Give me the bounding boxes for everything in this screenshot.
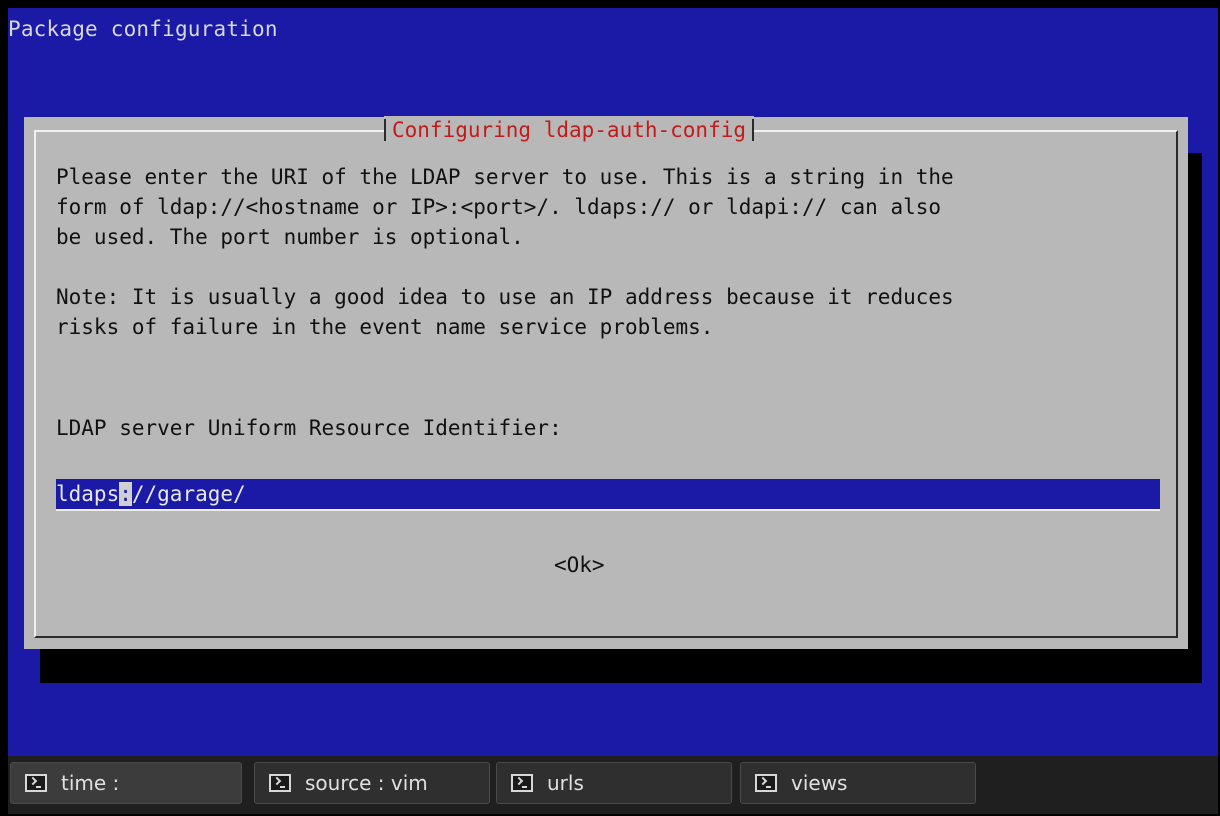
task-label: time : <box>61 771 120 795</box>
ldap-uri-input[interactable]: ldaps://garage/ <box>56 479 1160 511</box>
message-line: form of ldap://<hostname or IP>:<port>/.… <box>56 195 942 219</box>
task-label: views <box>791 771 848 795</box>
text-cursor: : <box>119 482 132 506</box>
input-text-before-cursor: ldaps <box>56 482 120 506</box>
task-source-vim[interactable]: source : vim <box>254 762 490 804</box>
message-line: risks of failure in the event name servi… <box>56 315 714 339</box>
dialog-message: Please enter the URI of the LDAP server … <box>56 162 1166 342</box>
task-time[interactable]: time : <box>10 762 242 804</box>
task-views[interactable]: views <box>740 762 976 804</box>
message-line: Note: It is usually a good idea to use a… <box>56 285 954 309</box>
input-text-after-cursor: //garage/ <box>131 482 246 506</box>
terminal-screen: Package configuration Configuring ldap-a… <box>8 8 1218 756</box>
ok-button[interactable]: <Ok> <box>554 550 605 580</box>
screen-window-bar: time : source : vim urls views <box>8 756 1218 814</box>
task-urls[interactable]: urls <box>496 762 732 804</box>
terminal-icon <box>755 774 777 792</box>
background-title: Package configuration <box>8 17 278 41</box>
task-label: source : vim <box>305 771 428 795</box>
dialog-title: Configuring ldap-auth-config <box>384 116 755 144</box>
dialog-frame: Configuring ldap-auth-config Please ente… <box>34 116 1178 638</box>
message-line: be used. The port number is optional. <box>56 225 524 249</box>
configuration-dialog: Configuring ldap-auth-config Please ente… <box>24 116 1188 649</box>
task-label: urls <box>547 771 584 795</box>
message-line: Please enter the URI of the LDAP server … <box>56 165 954 189</box>
terminal-icon <box>511 774 533 792</box>
terminal-icon <box>25 774 47 792</box>
uri-field-label: LDAP server Uniform Resource Identifier: <box>56 416 562 440</box>
terminal-icon <box>269 774 291 792</box>
